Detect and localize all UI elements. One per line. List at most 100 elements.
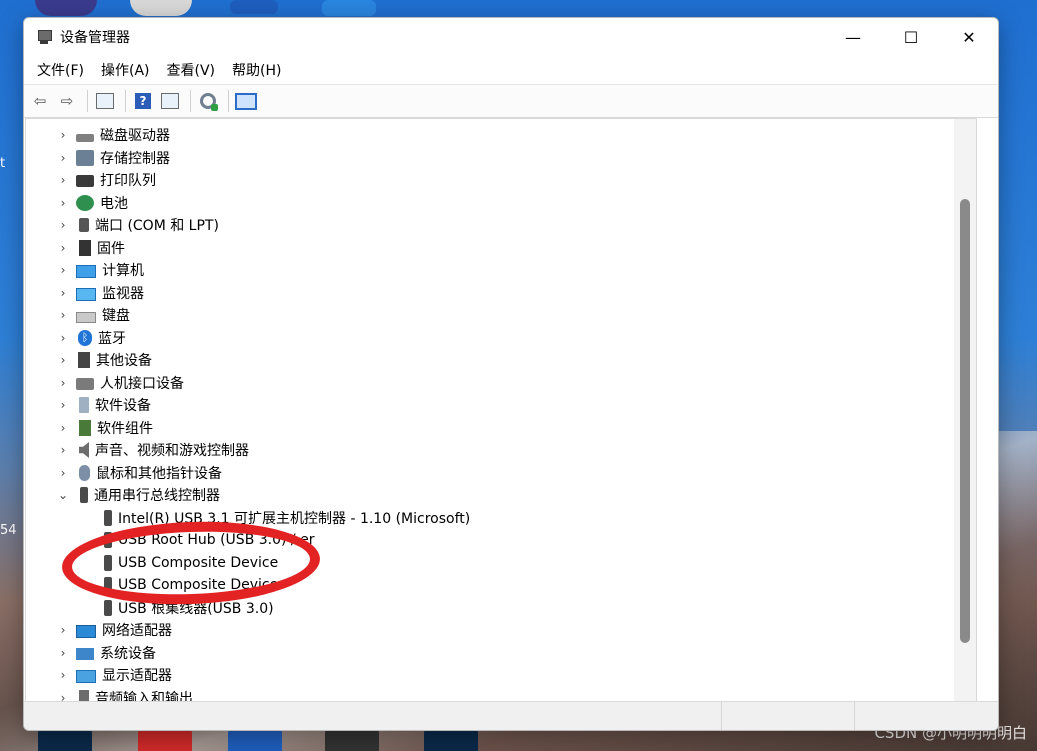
- chevron-down-icon[interactable]: ⌄: [56, 488, 70, 502]
- tree-item-software-devices[interactable]: › 软件设备: [56, 394, 151, 416]
- display-adapter-icon: [76, 669, 96, 683]
- chevron-right-icon[interactable]: ›: [56, 241, 70, 255]
- minimize-button[interactable]: —: [824, 18, 882, 56]
- psd-file-icon[interactable]: [424, 729, 478, 751]
- hid-icon: [76, 378, 94, 390]
- sound-icon: [79, 442, 89, 458]
- chevron-right-icon[interactable]: ›: [56, 263, 70, 277]
- menu-action[interactable]: 操作(A): [94, 58, 157, 82]
- tree-item-disk-drives[interactable]: › 磁盘驱动器: [56, 124, 170, 146]
- desktop-app-icon[interactable]: [35, 0, 97, 16]
- desktop-app-icon[interactable]: [325, 729, 379, 751]
- photoshop-icon[interactable]: [38, 729, 92, 751]
- chevron-right-icon[interactable]: ›: [56, 173, 70, 187]
- tree-item-ports[interactable]: › 端口 (COM 和 LPT): [56, 214, 219, 236]
- scrollbar-thumb[interactable]: [960, 199, 970, 643]
- toolbar-separator: [87, 90, 88, 112]
- status-bar: [24, 701, 998, 730]
- tree-item-audio-io[interactable]: › 音频输入和输出: [56, 687, 193, 701]
- tree-item-label: 固件: [97, 241, 125, 257]
- toolbar-separator: [228, 90, 229, 112]
- software-device-icon: [79, 397, 89, 413]
- tree-item-usb-controllers[interactable]: ⌄ 通用串行总线控制器: [56, 484, 220, 506]
- chevron-right-icon[interactable]: ›: [56, 353, 70, 367]
- tree-item-batteries[interactable]: › 电池: [56, 192, 128, 214]
- tree-item-computer[interactable]: › 计算机: [56, 259, 144, 281]
- usb-device-icon: [104, 510, 112, 526]
- network-adapter-icon: [76, 624, 96, 638]
- tree-item-label: 软件组件: [97, 421, 153, 437]
- tree-item-network-adapters[interactable]: › 网络适配器: [56, 619, 172, 641]
- tree-item-label: 蓝牙: [98, 331, 126, 347]
- tree-item-label: 软件设备: [95, 398, 151, 414]
- chevron-right-icon[interactable]: ›: [56, 196, 70, 210]
- tree-item-display-adapters[interactable]: › 显示适配器: [56, 664, 172, 686]
- word-icon[interactable]: [228, 729, 282, 751]
- status-bar-segment: [721, 702, 722, 730]
- chevron-right-icon[interactable]: ›: [56, 308, 70, 322]
- tree-item-storage-controllers[interactable]: › 存储控制器: [56, 147, 170, 169]
- chevron-right-icon[interactable]: ›: [56, 151, 70, 165]
- title-bar[interactable]: 设备管理器 — ☐ ✕: [24, 18, 998, 56]
- tree-item-label: 其他设备: [96, 353, 152, 369]
- chevron-right-icon[interactable]: ›: [56, 623, 70, 637]
- tree-item-hid[interactable]: › 人机接口设备: [56, 372, 184, 394]
- pdf-icon[interactable]: [138, 729, 192, 751]
- tree-item-label: 端口 (COM 和 LPT): [95, 218, 219, 234]
- tree-item-label: 人机接口设备: [100, 376, 184, 392]
- close-button[interactable]: ✕: [940, 18, 998, 56]
- chevron-right-icon[interactable]: ›: [56, 128, 70, 142]
- device-manager-window: 设备管理器 — ☐ ✕ 文件(F) 操作(A) 查看(V) 帮助(H) ⇦ ⇨ …: [23, 17, 999, 731]
- vertical-scrollbar[interactable]: [954, 119, 976, 701]
- tree-item-software-components[interactable]: › 软件组件: [56, 417, 153, 439]
- tree-item-print-queues[interactable]: › 打印队列: [56, 169, 156, 191]
- tree-item-monitors[interactable]: › 监视器: [56, 282, 144, 304]
- menu-view[interactable]: 查看(V): [160, 58, 223, 82]
- desktop-app-icon[interactable]: [322, 0, 376, 16]
- menu-help[interactable]: 帮助(H): [225, 58, 288, 82]
- toolbar-separator: [125, 90, 126, 112]
- update-driver-button[interactable]: [196, 89, 220, 113]
- chevron-right-icon[interactable]: ›: [56, 668, 70, 682]
- disk-drive-icon: [76, 133, 94, 142]
- tree-item-sound[interactable]: › 声音、视频和游戏控制器: [56, 439, 249, 461]
- tree-item-bluetooth[interactable]: › ᛒ 蓝牙: [56, 327, 126, 349]
- tree-item-label: 电池: [100, 196, 128, 212]
- chevron-right-icon[interactable]: ›: [56, 218, 70, 232]
- port-icon: [79, 218, 89, 232]
- scan-hardware-button[interactable]: [234, 89, 258, 113]
- software-component-icon: [79, 420, 91, 436]
- toolbar: ⇦ ⇨ ?: [24, 85, 998, 118]
- help-button[interactable]: ?: [131, 89, 155, 113]
- tree-item-firmware[interactable]: › 固件: [56, 237, 125, 259]
- console-tree-icon: [96, 93, 114, 109]
- chevron-right-icon[interactable]: ›: [56, 398, 70, 412]
- forward-button[interactable]: ⇨: [55, 89, 79, 113]
- maximize-button[interactable]: ☐: [882, 18, 940, 56]
- storage-controller-icon: [76, 150, 94, 166]
- tree-item-keyboards[interactable]: › 键盘: [56, 304, 130, 326]
- wechat-icon[interactable]: [130, 0, 192, 16]
- tree-item-other-devices[interactable]: › 其他设备: [56, 349, 152, 371]
- properties-button[interactable]: [158, 89, 182, 113]
- menu-file[interactable]: 文件(F): [30, 58, 91, 82]
- chevron-right-icon[interactable]: ›: [56, 421, 70, 435]
- chevron-right-icon[interactable]: ›: [56, 646, 70, 660]
- printer-icon: [76, 175, 94, 187]
- battery-icon: [76, 195, 94, 211]
- tree-item-label: 监视器: [102, 286, 144, 302]
- mouse-icon: [79, 465, 90, 481]
- show-hide-console-tree-button[interactable]: [93, 89, 117, 113]
- chevron-right-icon[interactable]: ›: [56, 376, 70, 390]
- chevron-right-icon[interactable]: ›: [56, 443, 70, 457]
- chevron-right-icon[interactable]: ›: [56, 331, 70, 345]
- tree-item-mice[interactable]: › 鼠标和其他指针设备: [56, 462, 222, 484]
- tree-item-label: 通用串行总线控制器: [94, 488, 220, 504]
- chevron-right-icon[interactable]: ›: [56, 466, 70, 480]
- word-icon[interactable]: [230, 0, 278, 14]
- back-arrow-icon: ⇦: [33, 92, 47, 110]
- back-button[interactable]: ⇦: [28, 89, 52, 113]
- tree-item-label: 显示适配器: [102, 668, 172, 684]
- tree-item-system-devices[interactable]: › 系统设备: [56, 642, 156, 664]
- chevron-right-icon[interactable]: ›: [56, 286, 70, 300]
